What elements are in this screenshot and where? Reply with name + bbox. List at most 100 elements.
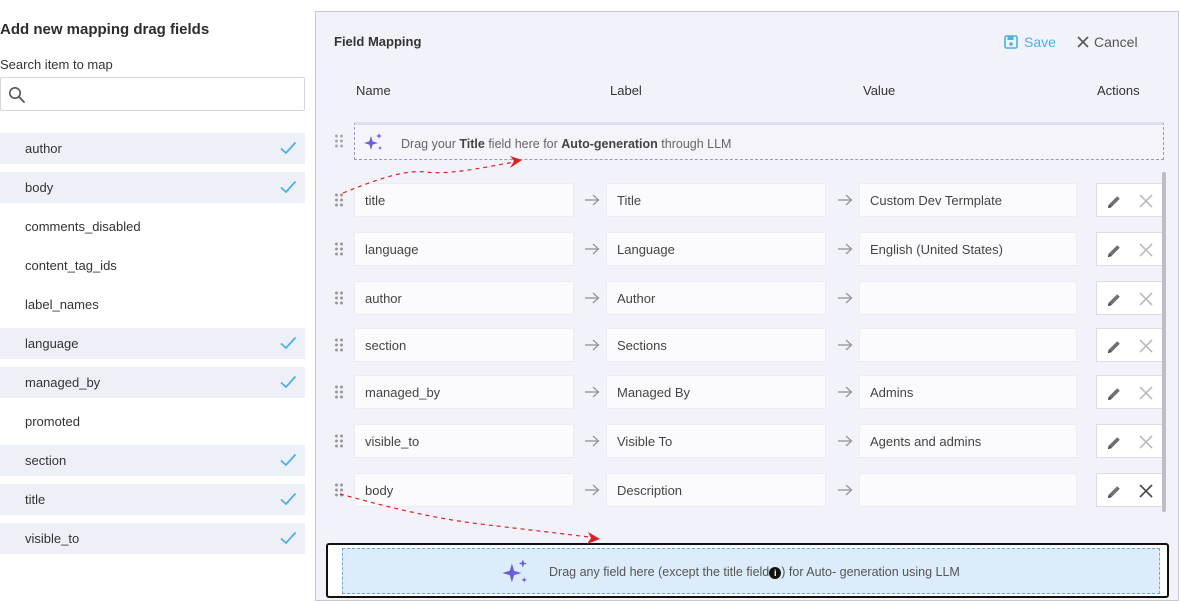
edit-icon[interactable] bbox=[1105, 483, 1123, 501]
edit-icon[interactable] bbox=[1105, 193, 1123, 211]
column-header-actions: Actions bbox=[1097, 83, 1140, 98]
mapping-source-panel: Add new mapping drag fields Search item … bbox=[0, 0, 315, 602]
edit-icon[interactable] bbox=[1105, 242, 1123, 260]
field-item-title[interactable]: title bbox=[0, 484, 305, 515]
save-button[interactable]: Save bbox=[1004, 34, 1056, 50]
field-item-managed-by[interactable]: managed_by bbox=[0, 367, 305, 398]
delete-icon[interactable] bbox=[1139, 243, 1153, 257]
info-icon[interactable]: i bbox=[769, 567, 782, 579]
check-icon bbox=[280, 453, 297, 467]
search-label: Search item to map bbox=[0, 57, 113, 72]
mapping-name-cell[interactable]: visible_to bbox=[354, 424, 574, 458]
check-icon bbox=[280, 336, 297, 350]
field-item-label-names[interactable]: label_names bbox=[0, 289, 305, 320]
mapping-value-cell[interactable] bbox=[859, 473, 1077, 507]
close-icon bbox=[1077, 36, 1089, 48]
row-actions bbox=[1096, 424, 1164, 458]
arrow-right-icon bbox=[585, 194, 600, 206]
mapping-label-cell[interactable]: Title bbox=[606, 183, 826, 217]
field-item-body[interactable]: body bbox=[0, 172, 305, 203]
mapping-value-cell[interactable]: Admins bbox=[859, 375, 1077, 409]
scrollbar[interactable] bbox=[1162, 172, 1166, 512]
drag-handle-icon[interactable] bbox=[334, 338, 344, 352]
delete-icon[interactable] bbox=[1139, 435, 1153, 449]
drag-handle-icon[interactable] bbox=[334, 385, 344, 399]
drag-handle-icon[interactable] bbox=[334, 134, 344, 148]
mapping-value-cell[interactable]: English (United States) bbox=[859, 232, 1077, 266]
arrow-right-icon bbox=[585, 484, 600, 496]
arrow-right-icon bbox=[838, 339, 853, 351]
search-field[interactable] bbox=[0, 77, 305, 111]
title-llm-drop-text: Drag your Title field here for Auto-gene… bbox=[401, 137, 732, 151]
field-item-label: label_names bbox=[25, 297, 99, 312]
field-item-visible-to[interactable]: visible_to bbox=[0, 523, 305, 554]
check-icon bbox=[280, 141, 297, 155]
field-item-label: language bbox=[25, 336, 79, 351]
row-actions bbox=[1096, 281, 1164, 315]
edit-icon[interactable] bbox=[1105, 434, 1123, 452]
mapping-label-cell[interactable]: Language bbox=[606, 232, 826, 266]
mapping-value-cell[interactable] bbox=[859, 281, 1077, 315]
field-item-label: content_tag_ids bbox=[25, 258, 117, 273]
row-actions bbox=[1096, 375, 1164, 409]
mapping-value-cell[interactable]: Agents and admins bbox=[859, 424, 1077, 458]
drag-handle-icon[interactable] bbox=[334, 242, 344, 256]
delete-icon[interactable] bbox=[1139, 339, 1153, 353]
row-actions bbox=[1096, 473, 1164, 507]
check-icon bbox=[280, 180, 297, 194]
arrow-right-icon bbox=[585, 292, 600, 304]
arrow-right-icon bbox=[838, 194, 853, 206]
delete-icon[interactable] bbox=[1139, 484, 1153, 498]
field-mapping-panel: Field Mapping Save Cancel Name Label Val… bbox=[315, 11, 1179, 601]
row-actions bbox=[1096, 232, 1164, 266]
delete-icon[interactable] bbox=[1139, 386, 1153, 400]
edit-icon[interactable] bbox=[1105, 291, 1123, 309]
column-header-name: Name bbox=[356, 83, 391, 98]
mapping-value-cell[interactable]: Custom Dev Termplate bbox=[859, 183, 1077, 217]
edit-icon[interactable] bbox=[1105, 338, 1123, 356]
drag-handle-icon[interactable] bbox=[334, 434, 344, 448]
delete-icon[interactable] bbox=[1139, 292, 1153, 306]
field-item-content-tag-ids[interactable]: content_tag_ids bbox=[0, 250, 305, 281]
field-item-section[interactable]: section bbox=[0, 445, 305, 476]
column-header-label: Label bbox=[610, 83, 642, 98]
field-list: author body comments_disabled content_tag_i… bbox=[0, 133, 305, 562]
drag-handle-icon[interactable] bbox=[334, 193, 344, 207]
cancel-button[interactable]: Cancel bbox=[1077, 34, 1138, 50]
mapping-row-title: title Title Custom Dev Termplate bbox=[316, 183, 1180, 217]
mapping-name-cell[interactable]: language bbox=[354, 232, 574, 266]
field-item-label: visible_to bbox=[25, 531, 80, 546]
field-item-label: section bbox=[25, 453, 67, 468]
title-llm-drop-zone[interactable]: Drag your Title field here for Auto-gene… bbox=[354, 122, 1164, 160]
drag-handle-icon[interactable] bbox=[334, 483, 344, 497]
field-item-promoted[interactable]: promoted bbox=[0, 406, 305, 437]
mapping-name-cell[interactable]: section bbox=[354, 328, 574, 362]
mapping-row-visible-to: visible_to Visible To Agents and admins bbox=[316, 424, 1180, 458]
panel-title: Add new mapping drag fields bbox=[0, 21, 210, 38]
mapping-label-cell[interactable]: Author bbox=[606, 281, 826, 315]
mapping-row-body: body Description bbox=[316, 473, 1180, 507]
mapping-value-cell[interactable] bbox=[859, 328, 1077, 362]
edit-icon[interactable] bbox=[1105, 385, 1123, 403]
mapping-label-cell[interactable]: Sections bbox=[606, 328, 826, 362]
arrow-right-icon bbox=[838, 292, 853, 304]
mapping-label-cell[interactable]: Managed By bbox=[606, 375, 826, 409]
mapping-label-cell[interactable]: Visible To bbox=[606, 424, 826, 458]
row-actions bbox=[1096, 328, 1164, 362]
delete-icon[interactable] bbox=[1139, 194, 1153, 208]
mapping-name-cell[interactable]: title bbox=[354, 183, 574, 217]
cancel-label: Cancel bbox=[1094, 34, 1138, 50]
search-input[interactable] bbox=[33, 83, 293, 105]
arrow-right-icon bbox=[585, 386, 600, 398]
mapping-name-cell[interactable]: body bbox=[354, 473, 574, 507]
mapping-label-cell[interactable]: Description bbox=[606, 473, 826, 507]
drag-handle-icon[interactable] bbox=[334, 291, 344, 305]
field-item-comments-disabled[interactable]: comments_disabled bbox=[0, 211, 305, 242]
mapping-name-cell[interactable]: managed_by bbox=[354, 375, 574, 409]
mapping-name-cell[interactable]: author bbox=[354, 281, 574, 315]
field-item-language[interactable]: language bbox=[0, 328, 305, 359]
any-field-llm-drop-zone[interactable]: Drag any field here (except the title fi… bbox=[342, 548, 1160, 594]
arrow-right-icon bbox=[838, 435, 853, 447]
field-item-author[interactable]: author bbox=[0, 133, 305, 164]
check-icon bbox=[280, 492, 297, 506]
